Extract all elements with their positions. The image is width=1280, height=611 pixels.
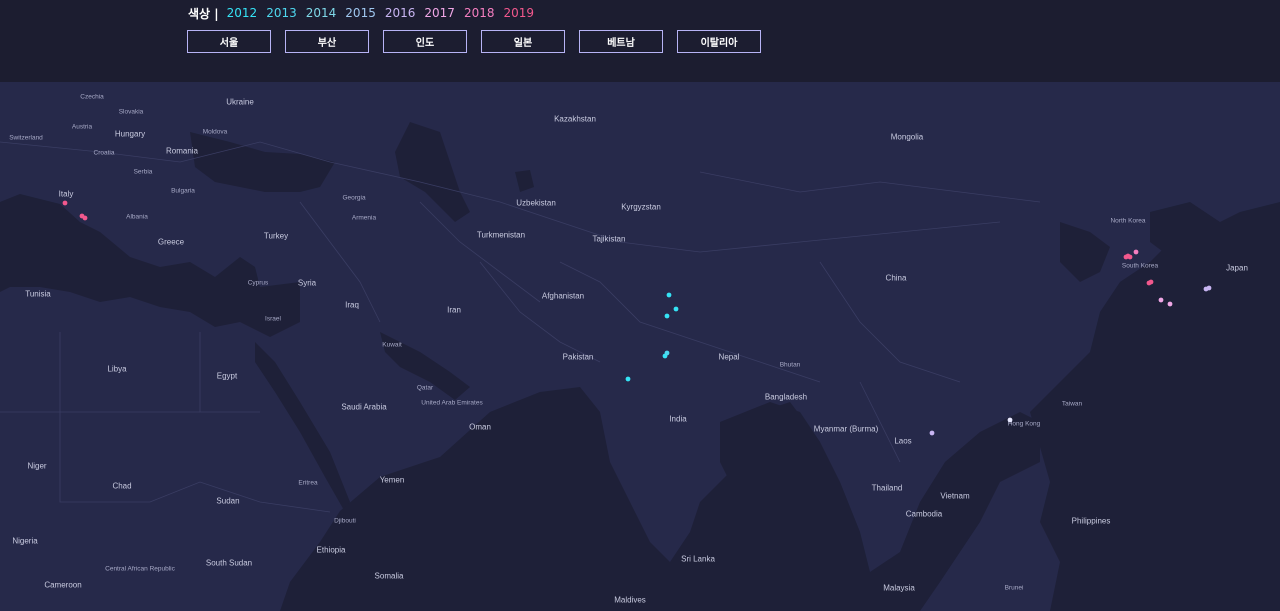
- legend-label: 색상 |: [188, 6, 219, 21]
- map-data-point[interactable]: [1125, 253, 1131, 259]
- legend-year-2019: 2019: [503, 6, 535, 20]
- map-data-point[interactable]: [664, 350, 670, 356]
- map-data-point[interactable]: [664, 313, 670, 319]
- legend-year-2016: 2016: [384, 6, 416, 20]
- map-data-point[interactable]: [666, 292, 672, 298]
- italy-button[interactable]: 이탈리아: [677, 30, 761, 53]
- map-data-point[interactable]: [625, 376, 631, 382]
- color-legend: 색상 | 2012 2013 2014 2015 2016 2017 2018 …: [188, 5, 543, 21]
- map-data-point[interactable]: [1133, 249, 1139, 255]
- legend-year-2014: 2014: [305, 6, 337, 20]
- map-data-point[interactable]: [1167, 301, 1173, 307]
- legend-year-2012: 2012: [226, 6, 258, 20]
- map-data-point[interactable]: [82, 215, 88, 221]
- legend-year-2018: 2018: [463, 6, 495, 20]
- map-data-point[interactable]: [1206, 285, 1212, 291]
- data-points: [62, 200, 1212, 436]
- india-button[interactable]: 인도: [383, 30, 467, 53]
- vietnam-button[interactable]: 베트남: [579, 30, 663, 53]
- legend-year-2013: 2013: [266, 6, 297, 20]
- map-data-point[interactable]: [1148, 279, 1154, 285]
- legend-year-2015: 2015: [345, 6, 376, 20]
- map-data-point[interactable]: [1158, 297, 1164, 303]
- map-data-point[interactable]: [929, 430, 935, 436]
- busan-button[interactable]: 부산: [285, 30, 369, 53]
- seoul-button[interactable]: 서울: [187, 30, 271, 53]
- region-button-row: 서울 부산 인도 일본 베트남 이탈리아: [187, 30, 775, 53]
- map-data-point[interactable]: [62, 200, 68, 206]
- japan-button[interactable]: 일본: [481, 30, 565, 53]
- map-data-point[interactable]: [1007, 417, 1013, 423]
- map-canvas[interactable]: Czechia Slovakia Ukraine Austria Hungary Mold…: [0, 82, 1280, 611]
- map-data-point[interactable]: [673, 306, 679, 312]
- header: 색상 | 2012 2013 2014 2015 2016 2017 2018 …: [0, 0, 1280, 82]
- legend-year-2017: 2017: [424, 6, 455, 20]
